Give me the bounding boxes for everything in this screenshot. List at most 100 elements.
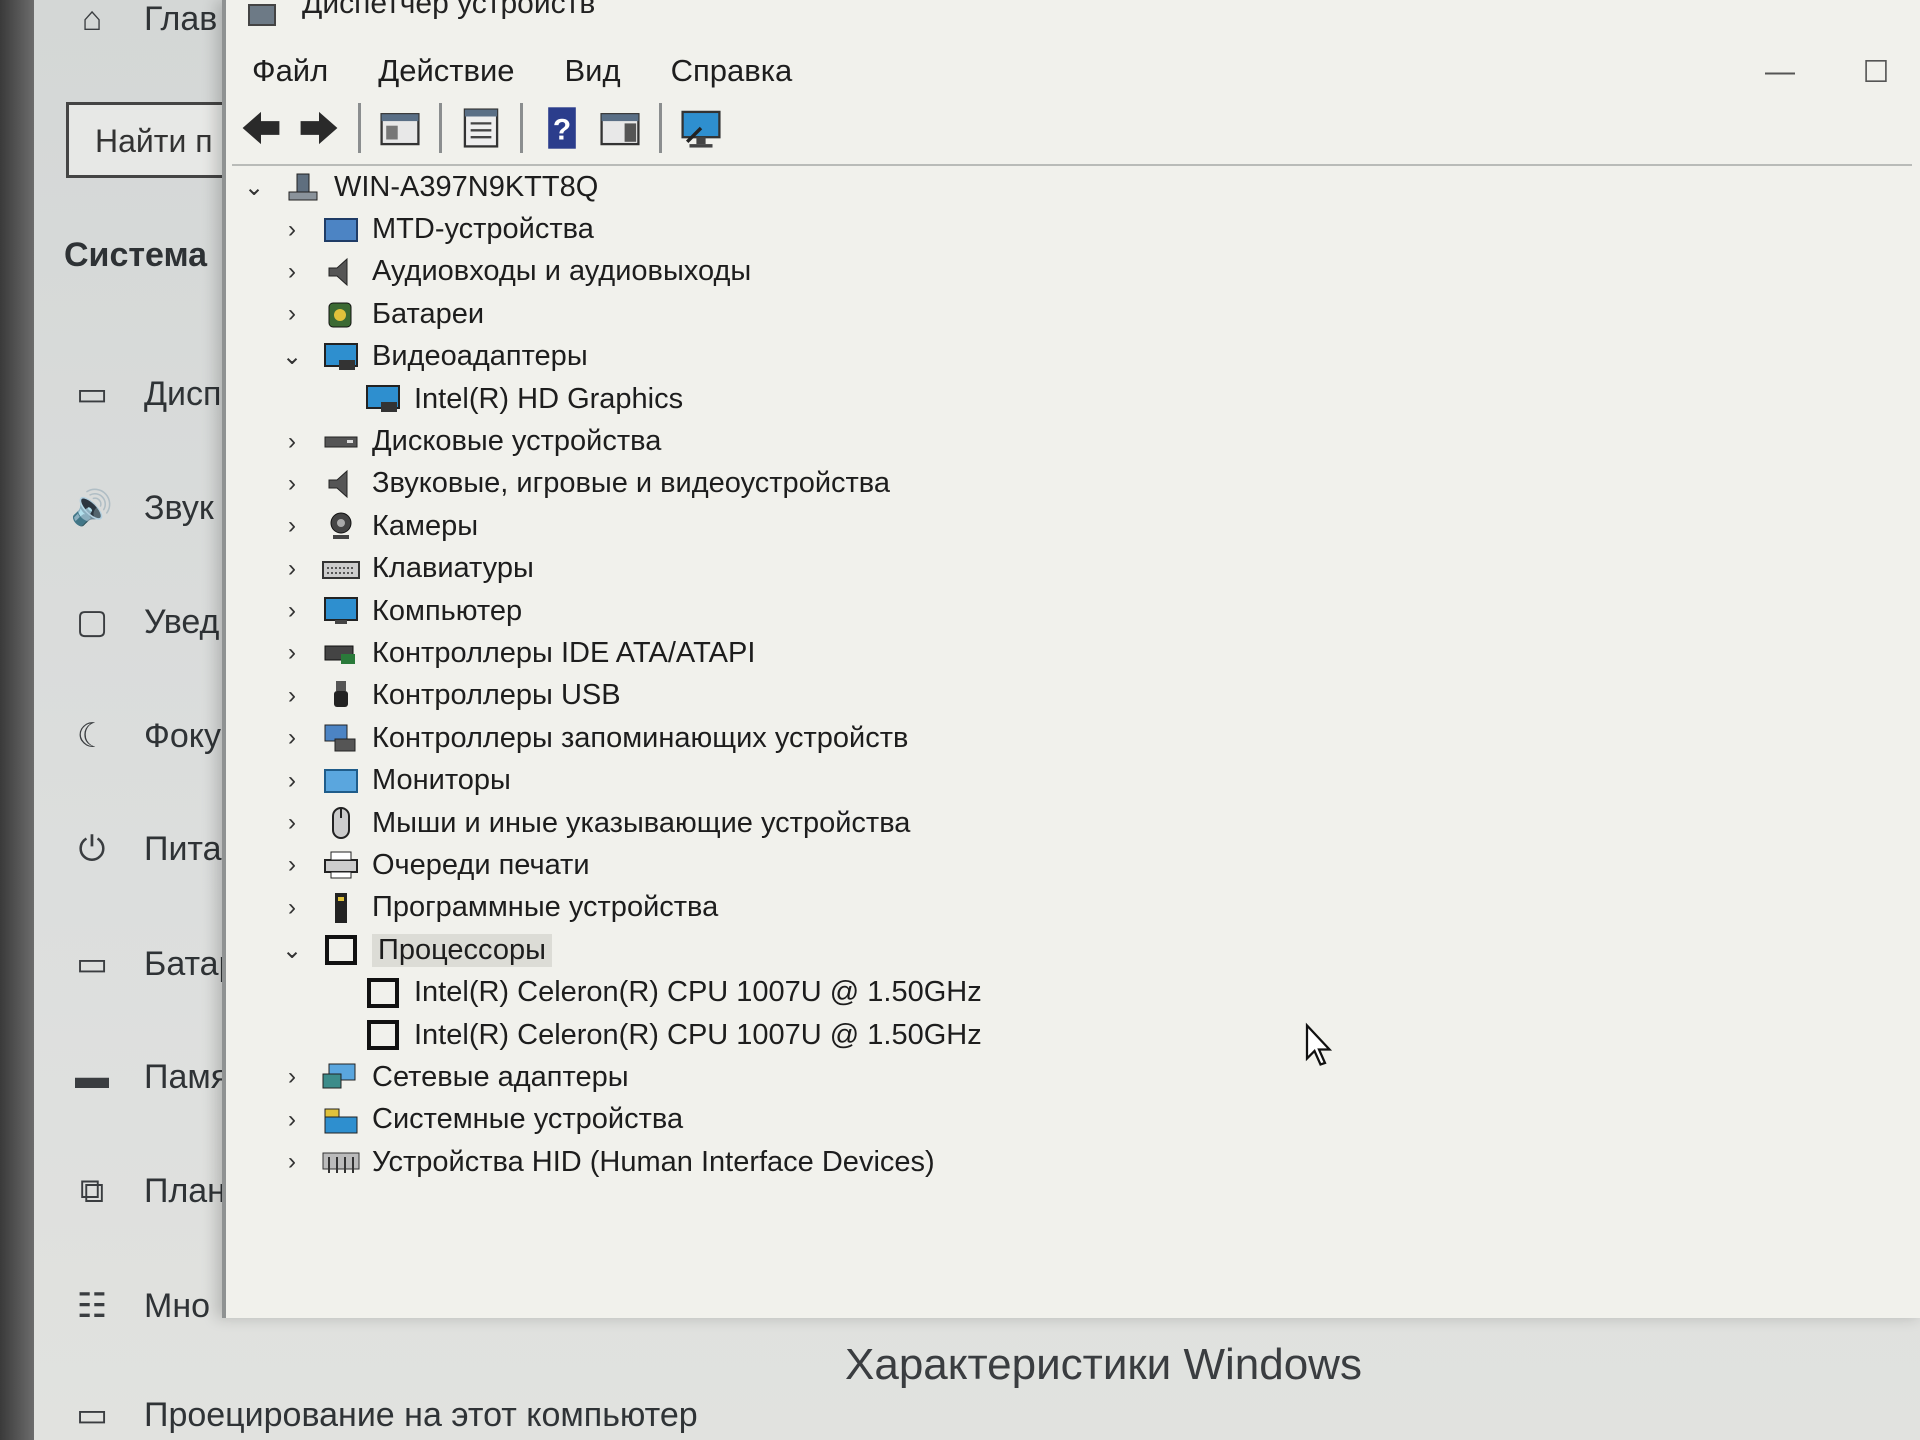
chevron-right-icon[interactable]: › [276,512,308,540]
tree-device[interactable]: Intel(R) Celeron(R) CPU 1007U @ 1.50GHz [226,1014,1920,1056]
properties-button[interactable] [455,102,507,154]
printer-icon [324,851,358,879]
mouse-icon [332,807,350,840]
help-button[interactable]: ? [536,102,588,154]
tree-device[interactable]: Intel(R) HD Graphics [226,378,1920,420]
chevron-right-icon[interactable]: › [276,809,308,837]
tree-node-label: Звуковые, игровые и видеоустройства [372,467,891,500]
tree-node-label: Устройства HID (Human Interface Devices) [372,1145,935,1178]
tree-category[interactable]: ⌄ Видеоадаптеры [226,336,1920,378]
system-icon [324,1108,358,1134]
tree-node-label: Дисковые устройства [372,425,662,458]
tree-category[interactable]: › Батареи [226,293,1920,335]
menu-item[interactable]: Файл [226,53,352,89]
tree-category[interactable]: › MTD-устройства [226,208,1920,250]
title-bar[interactable]: Диспетчер устройств [226,0,1920,30]
tree-category[interactable]: ⌄ Процессоры [226,929,1920,971]
keyboard-icon [322,560,360,579]
computer-icon [324,597,358,625]
nav-item[interactable]: ▬ Памя [62,1058,229,1097]
nav-item[interactable]: ▢ Увед [62,602,219,642]
scan-hardware-button[interactable] [675,102,727,154]
forward-button[interactable] [293,102,345,154]
tree-category[interactable]: › Программные устройства [226,887,1920,929]
menu-item[interactable]: Вид [539,53,645,89]
nav-project[interactable]: ▭ Проецирование на этот компьютер [62,1395,698,1435]
chevron-right-icon[interactable]: › [276,555,308,583]
toolbar-separator [439,103,442,153]
tree-category[interactable]: › Аудиовходы и аудиовыходы [226,251,1920,293]
chevron-right-icon[interactable]: › [276,682,308,710]
menu-item[interactable]: Действие [352,53,538,89]
chevron-right-icon[interactable]: › [276,597,308,625]
tree-category[interactable]: › Звуковые, игровые и видеоустройства [226,463,1920,505]
chevron-right-icon[interactable]: › [276,639,308,667]
nav-home-label: Глав [144,0,218,38]
processor-icon [367,1020,399,1050]
chevron-right-icon[interactable]: › [276,258,308,286]
chevron-right-icon[interactable]: › [276,470,308,498]
nav-item[interactable]: ☾ Фоку [62,716,221,756]
nav-item[interactable]: ⧉ План [62,1172,226,1211]
processor-icon [320,933,362,967]
nav-item-label: Пита [144,830,222,868]
computer-root-icon [288,173,318,201]
chevron-right-icon[interactable]: › [276,724,308,752]
chevron-right-icon[interactable]: › [276,851,308,879]
notification-icon: ▢ [75,603,109,641]
tree-category[interactable]: › Очереди печати [226,844,1920,886]
project-icon: ▭ [75,1396,109,1434]
tree-category[interactable]: › Дисковые устройства [226,420,1920,462]
nav-home[interactable]: ⌂ Глав [62,0,218,39]
tree-node-label: Системные устройства [372,1103,684,1136]
tree-category[interactable]: › Сетевые адаптеры [226,1056,1920,1098]
tree-category[interactable]: › Мыши и иные указывающие устройства [226,802,1920,844]
chevron-down-icon[interactable]: ⌄ [238,173,270,202]
monitor-icon [324,768,358,793]
chevron-right-icon[interactable]: › [276,1148,308,1176]
tree-category[interactable]: › Контроллеры IDE ATA/ATAPI [226,632,1920,674]
show-hide-tree-button[interactable] [374,102,426,154]
processor-icon [367,977,399,1008]
nav-item[interactable]: ☷ Мно [62,1286,210,1326]
tree-category[interactable]: › Мониторы [226,759,1920,801]
chevron-right-icon[interactable]: › [276,300,308,328]
menu-item[interactable]: Справка [645,53,817,89]
tree-root[interactable]: ⌄ WIN-A397N9KTT8Q [226,166,1920,208]
nav-item[interactable]: ▭ Батар [62,944,238,984]
back-button[interactable] [235,102,287,154]
nav-item[interactable]: 🔊 Звук [62,488,214,528]
chevron-right-icon[interactable]: › [276,894,308,922]
moon-icon: ☾ [76,717,108,755]
screen-bezel [0,0,34,1440]
chevron-down-icon[interactable]: ⌄ [276,936,308,965]
ide-icon [324,645,355,665]
chevron-down-icon[interactable]: ⌄ [276,342,308,371]
tree-category[interactable]: › Клавиатуры [226,548,1920,590]
tree-node-label: Мониторы [372,764,511,797]
nav-item-label: Фоку [144,716,222,755]
multitask-icon: ☷ [76,1287,108,1325]
nav-item[interactable]: ⏻ Пита [62,830,222,869]
nav-item[interactable]: ▭ Дисп [62,374,222,414]
chevron-right-icon[interactable]: › [276,1106,308,1134]
chevron-right-icon[interactable]: › [276,216,308,244]
tree-device[interactable]: Intel(R) Celeron(R) CPU 1007U @ 1.50GHz [226,971,1920,1013]
tree-category[interactable]: › Компьютер [226,590,1920,632]
action-pane-button[interactable] [594,102,646,154]
tree-node-label: Видеоадаптеры [372,340,588,373]
chevron-right-icon[interactable]: › [276,428,308,456]
tree-category[interactable]: › Системные устройства [226,1099,1920,1141]
tree-category[interactable]: › Контроллеры USB [226,675,1920,717]
audio-icon [328,257,348,287]
speaker-icon: 🔊 [70,489,114,527]
tree-category[interactable]: › Устройства HID (Human Interface Devices… [226,1141,1920,1183]
chevron-right-icon[interactable]: › [276,1063,308,1091]
tree-category[interactable]: › Камеры [226,505,1920,547]
tree-node-label: MTD-устройства [372,213,594,246]
tree-category[interactable]: › Контроллеры запоминающих устройств [226,717,1920,759]
chevron-right-icon[interactable]: › [276,767,308,795]
mouse-icon [320,806,362,840]
tree-node-label: Процессоры [372,933,552,967]
battery-icon [328,302,352,328]
